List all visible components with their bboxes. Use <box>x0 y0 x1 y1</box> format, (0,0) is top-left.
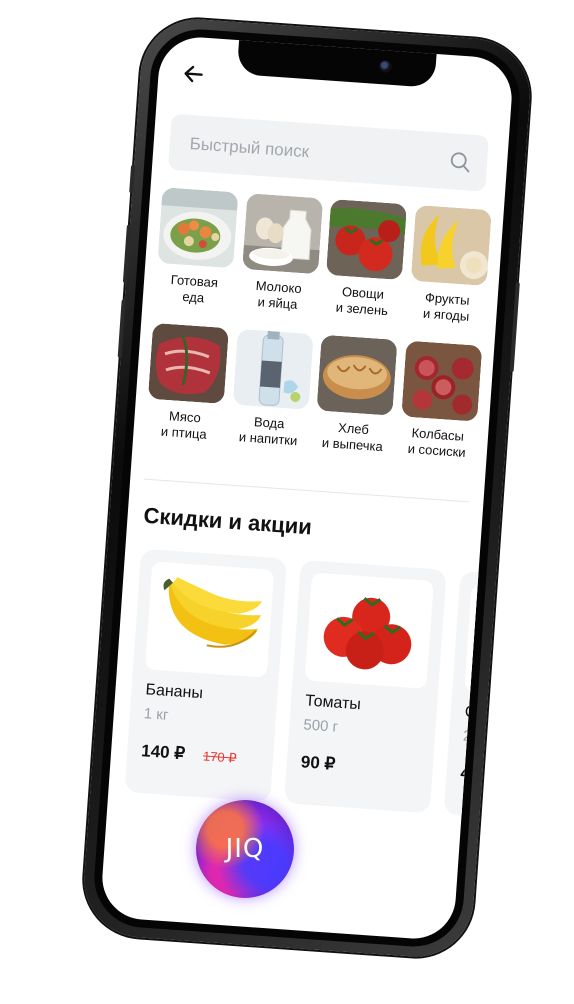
category-vegetables[interactable]: Овощи и зелень <box>319 199 411 321</box>
search-input[interactable] <box>185 114 434 190</box>
category-water[interactable]: Вода и напитки <box>225 328 317 450</box>
category-label: Фрукты и ягоды <box>422 289 471 324</box>
fruits-photo <box>410 204 492 287</box>
back-button[interactable] <box>180 60 208 88</box>
arrow-left-icon <box>184 65 203 83</box>
divider <box>144 478 470 503</box>
product-unit: 1 кг <box>143 705 169 724</box>
category-label: Мясо и птица <box>160 408 208 442</box>
bread-photo <box>316 334 398 416</box>
category-fruits[interactable]: Фрукты и ягоды <box>403 204 495 327</box>
ready-food-photo <box>157 187 239 269</box>
category-milk-eggs[interactable]: Молоко и яйца <box>235 193 327 315</box>
phone-screen: Готовая еда Молоко и яйца <box>99 34 515 942</box>
search-bar[interactable] <box>167 113 490 192</box>
category-label: Овощи и зелень <box>335 283 389 319</box>
product-old-price: 170 ₽ <box>202 748 238 766</box>
category-ready-food[interactable]: Готовая еда <box>151 187 243 309</box>
category-label: Готовая еда <box>170 272 219 306</box>
category-meat[interactable]: Мясо и птица <box>141 322 233 445</box>
product-name: Бананы <box>144 681 204 703</box>
category-label: Молоко и яйца <box>255 277 303 312</box>
section-title: Скидки и акции <box>142 502 313 540</box>
product-price: 140 ₽ <box>140 741 186 764</box>
category-label: Вода и напитки <box>238 414 298 449</box>
ai-assistant-label: JIQ <box>225 834 265 864</box>
phone-mockup: Готовая еда Молоко и яйца <box>80 15 534 961</box>
vegetables-photo <box>326 199 408 281</box>
category-label: Хлеб и выпечка <box>321 420 384 455</box>
bananas-photo <box>144 561 275 678</box>
ai-assistant-button[interactable]: JIQ <box>196 800 294 898</box>
camera-icon <box>379 60 393 73</box>
discount-carousel[interactable]: Бананы 1 кг 140 ₽ 170 ₽ Томаты 500 г 90 … <box>123 548 515 838</box>
meat-photo <box>148 322 230 404</box>
category-bread[interactable]: Хлеб и выпечка <box>310 334 402 456</box>
category-grid: Готовая еда Молоко и яйца Овощи и зелень… <box>141 187 496 462</box>
product-card-bananas[interactable]: Бананы 1 кг 140 ₽ 170 ₽ <box>124 548 288 803</box>
category-label: Колбасы и сосиски <box>407 425 467 460</box>
sausage-photo <box>400 340 483 422</box>
milk-eggs-photo <box>241 193 323 275</box>
tomatoes-photo <box>304 572 434 689</box>
category-sausages[interactable]: Колбасы и сосиски <box>394 340 486 462</box>
product-unit: 500 г <box>302 716 339 736</box>
product-card-tomatoes[interactable]: Томаты 500 г 90 ₽ <box>283 559 447 814</box>
water-photo <box>232 328 314 410</box>
search-icon[interactable] <box>448 150 471 173</box>
product-price: 90 ₽ <box>300 752 336 774</box>
product-name: Томаты <box>304 692 362 714</box>
